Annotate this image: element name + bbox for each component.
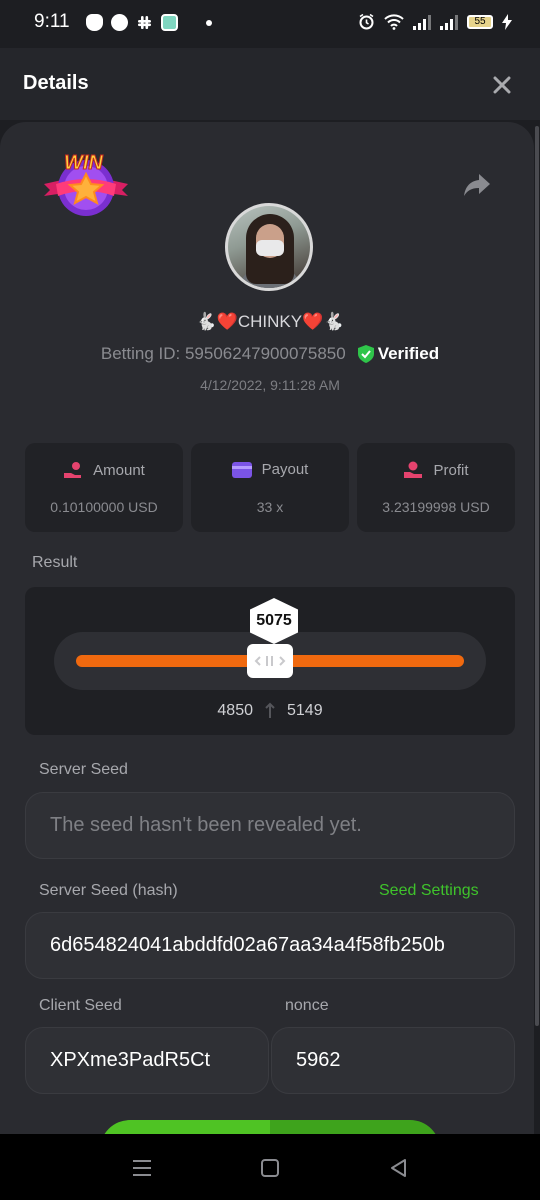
slack-icon bbox=[136, 14, 153, 31]
shield-check-icon bbox=[357, 345, 374, 363]
status-time: 9:11 bbox=[34, 11, 70, 32]
betting-id: Betting ID: 59506247900075850 bbox=[100, 344, 346, 363]
range-low: 4850 bbox=[217, 702, 253, 719]
wifi-icon bbox=[384, 13, 404, 30]
arrow-up-icon bbox=[265, 702, 275, 718]
status-bar: 9:11 55 bbox=[0, 0, 540, 48]
recents-icon[interactable] bbox=[130, 1156, 154, 1180]
profit-value: 3.23199998 USD bbox=[382, 499, 490, 515]
client-seed-field[interactable]: XPXme3PadR5Ct bbox=[25, 1027, 269, 1094]
signal-icon bbox=[413, 14, 431, 30]
discord-icon bbox=[86, 14, 103, 31]
seed-settings-link[interactable]: Seed Settings bbox=[379, 882, 479, 900]
close-icon bbox=[493, 76, 511, 94]
profit-label: Profit bbox=[433, 461, 469, 479]
hand-coins-icon bbox=[64, 462, 82, 478]
status-app-icons bbox=[86, 14, 212, 31]
server-seed-hash-label: Server Seed (hash) bbox=[39, 882, 178, 899]
card-icon bbox=[231, 461, 252, 478]
client-seed-label: Client Seed bbox=[39, 997, 122, 1014]
result-range: 4850 5149 bbox=[0, 702, 540, 720]
username: 🐇❤️CHINKY❤️🐇 bbox=[195, 312, 345, 331]
bet-date: 4/12/2022, 9:11:28 AM bbox=[200, 377, 340, 393]
share-icon bbox=[464, 174, 490, 196]
skype-icon bbox=[111, 14, 128, 31]
amount-box: Amount 0.10100000 USD bbox=[25, 443, 183, 532]
server-seed-field[interactable]: The seed hasn't been revealed yet. bbox=[25, 792, 515, 859]
share-button[interactable] bbox=[462, 172, 492, 198]
verified-badge: Verified bbox=[357, 344, 440, 364]
payout-label: Payout bbox=[261, 461, 309, 478]
range-high: 5149 bbox=[287, 702, 323, 719]
server-seed-hash-field[interactable]: 6d654824041abddfd02a67aa34a4f58fb250b bbox=[25, 912, 515, 979]
battery-icon: 55 bbox=[467, 14, 493, 29]
win-badge: WIN bbox=[40, 150, 132, 220]
charging-icon bbox=[502, 13, 512, 30]
signal-icon-2 bbox=[440, 14, 458, 30]
payout-box: Payout 33 x bbox=[191, 443, 349, 532]
notification-dot bbox=[206, 19, 212, 26]
payout-value: 33 x bbox=[256, 499, 284, 515]
amount-value: 0.10100000 USD bbox=[50, 499, 158, 515]
avatar bbox=[225, 203, 313, 291]
close-button[interactable] bbox=[488, 71, 516, 99]
alarm-icon bbox=[359, 13, 374, 30]
drag-handle-icon bbox=[254, 656, 286, 666]
verified-label: Verified bbox=[377, 344, 440, 363]
nonce-field[interactable]: 5962 bbox=[271, 1027, 515, 1094]
win-badge-text: WIN bbox=[64, 152, 104, 175]
amount-label: Amount bbox=[93, 461, 145, 479]
home-icon[interactable] bbox=[258, 1156, 282, 1180]
nonce-label: nonce bbox=[285, 997, 329, 1014]
betting-id-row: Betting ID: 59506247900075850 Verified bbox=[0, 344, 540, 364]
back-icon[interactable] bbox=[387, 1156, 411, 1180]
slider-handle[interactable] bbox=[247, 644, 293, 678]
app-icon bbox=[161, 14, 178, 31]
server-seed-label: Server Seed bbox=[39, 761, 128, 778]
result-label: Result bbox=[32, 554, 78, 571]
status-right-icons: 55 bbox=[358, 13, 512, 30]
page-title: Details bbox=[23, 72, 89, 94]
hand-money-icon bbox=[404, 461, 423, 478]
profit-box: Profit 3.23199998 USD bbox=[357, 443, 515, 532]
scrollbar-thumb[interactable] bbox=[535, 126, 539, 1026]
